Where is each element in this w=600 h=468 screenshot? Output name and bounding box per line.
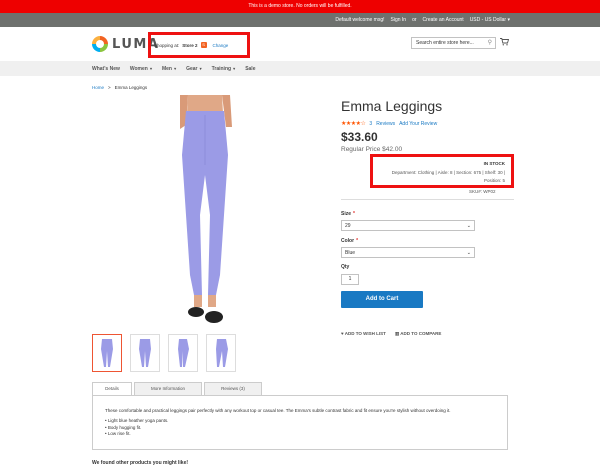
nav-label: Training xyxy=(211,65,232,72)
tab-reviews[interactable]: Reviews (3) xyxy=(204,382,262,395)
qty-label: Qty xyxy=(341,264,350,270)
reviews-count-link[interactable]: 3 xyxy=(369,121,372,127)
store-switcher: Shopping at: Store 2 S Change xyxy=(148,32,250,58)
color-label: Color * xyxy=(341,238,358,244)
shelf-position: Position: 5 xyxy=(483,178,505,183)
thumbnail-1[interactable] xyxy=(92,334,122,372)
product-rating: ★★★★☆ 3 Reviews Add Your Review xyxy=(341,120,437,128)
nav-item-whats-new[interactable]: What's New xyxy=(92,66,120,72)
size-label-text: Size xyxy=(341,211,352,217)
product-info-tabs: Details More Information Reviews (3) xyxy=(92,382,264,395)
welcome-message: Default welcome msg! xyxy=(335,17,385,23)
tab-more-information[interactable]: More Information xyxy=(134,382,202,395)
product-main-image[interactable] xyxy=(150,95,260,330)
currency-label: USD - US Dollar xyxy=(469,17,507,23)
luma-logo-icon xyxy=(92,36,108,52)
panel-header: Default welcome msg! Sign In or Create a… xyxy=(0,13,600,27)
nav-item-men[interactable]: Men ▾ xyxy=(162,66,176,72)
nav-item-gear[interactable]: Gear ▾ xyxy=(186,66,202,72)
regular-price: Regular Price $42.00 xyxy=(341,146,403,153)
color-label-text: Color xyxy=(341,238,355,244)
product-thumbnails xyxy=(92,334,236,372)
product-title: Emma Leggings xyxy=(341,98,443,114)
product-social-links: ♥ ADD TO WISH LIST ▥ ADD TO COMPARE xyxy=(341,331,441,337)
store-badge-icon: S xyxy=(200,42,207,48)
stock-location-box: IN STOCK Department: Clothing | Aisle: 8… xyxy=(370,154,514,188)
search-icon[interactable]: ⚲ xyxy=(488,38,492,48)
feature-list: • Light blue heather yoga pants. • Body … xyxy=(105,418,495,438)
breadcrumb-home-link[interactable]: Home xyxy=(92,85,104,90)
or-text: or xyxy=(412,17,417,23)
required-mark: * xyxy=(356,238,359,244)
heart-icon: ♥ xyxy=(341,331,344,336)
qty-input[interactable]: 1 xyxy=(341,274,359,285)
tab-details[interactable]: Details xyxy=(92,382,132,395)
related-products-heading: We found other products you might like! xyxy=(92,460,189,466)
stock-status: IN STOCK xyxy=(483,161,505,166)
nav-label: Men xyxy=(161,65,172,72)
thumbnail-3[interactable] xyxy=(168,334,198,372)
add-review-link[interactable]: Add Your Review xyxy=(399,121,437,127)
current-store-name: Store 2 xyxy=(182,42,198,48)
thumbnail-2[interactable] xyxy=(130,334,160,372)
tab-content-details: These comfortable and practical leggings… xyxy=(92,395,508,450)
product-sku: SKU#: WP02 xyxy=(469,189,496,194)
department-location: Department: Clothing | Aisle: 8 | Sectio… xyxy=(391,170,505,175)
sign-in-link[interactable]: Sign In xyxy=(391,13,407,27)
chevron-down-icon: ▾ xyxy=(198,65,202,71)
nav-item-training[interactable]: Training ▾ xyxy=(212,66,236,72)
chevron-down-icon: ▾ xyxy=(507,17,510,23)
chevron-down-icon: ⌄ xyxy=(466,222,471,229)
legging-thumb-icon xyxy=(139,339,151,367)
shopping-at-label: Shopping at: xyxy=(154,42,180,48)
currency-switcher[interactable]: USD - US Dollar ▾ xyxy=(470,13,510,27)
divider xyxy=(341,199,514,200)
breadcrumb-current: Emma Leggings xyxy=(114,85,148,90)
add-to-wishlist-link[interactable]: ♥ ADD TO WISH LIST xyxy=(341,331,386,337)
search-placeholder: Search entire store here... xyxy=(416,40,474,46)
nav-label: Women xyxy=(129,65,148,72)
legging-thumb-icon xyxy=(216,339,228,367)
chevron-down-icon: ▾ xyxy=(232,65,236,71)
chevron-down-icon: ▾ xyxy=(172,65,177,71)
size-label: Size * xyxy=(341,211,355,217)
nav-item-sale[interactable]: Sale xyxy=(245,66,255,72)
product-description: These comfortable and practical leggings… xyxy=(105,408,451,413)
chevron-down-icon: ▾ xyxy=(148,65,152,71)
create-account-link[interactable]: Create an Account xyxy=(423,13,464,27)
breadcrumb-separator: > xyxy=(108,85,111,90)
add-to-cart-button[interactable]: Add to Cart xyxy=(341,291,423,308)
color-select[interactable]: Blue ⌄ xyxy=(341,247,475,258)
chevron-down-icon: ⌄ xyxy=(466,249,471,256)
compare-icon: ▥ xyxy=(394,331,400,336)
thumbnail-4[interactable] xyxy=(206,334,236,372)
color-selected-value: Blue xyxy=(345,249,356,256)
main-navigation: What's New Women ▾ Men ▾ Gear ▾ Training… xyxy=(0,61,600,76)
search-input[interactable]: Search entire store here... ⚲ xyxy=(411,37,496,49)
nav-item-women[interactable]: Women ▾ xyxy=(130,66,152,72)
legging-thumb-icon xyxy=(178,339,189,367)
legging-thumb-icon xyxy=(101,339,113,367)
final-price: $33.60 xyxy=(341,130,378,144)
compare-label: ADD TO COMPARE xyxy=(400,331,442,336)
size-select[interactable]: 29 ⌄ xyxy=(341,220,475,231)
required-mark: * xyxy=(353,211,355,217)
change-store-link[interactable]: Change xyxy=(213,43,229,48)
rating-stars-icon: ★★★★☆ xyxy=(341,121,366,127)
add-to-compare-link[interactable]: ▥ ADD TO COMPARE xyxy=(395,331,441,337)
wishlist-label: ADD TO WISH LIST xyxy=(344,331,386,336)
reviews-link[interactable]: Reviews xyxy=(376,121,395,127)
size-selected-value: 29 xyxy=(345,222,351,229)
nav-label: Gear xyxy=(186,65,198,72)
list-item: • Low rise fit. xyxy=(105,431,131,436)
breadcrumb: Home > Emma Leggings xyxy=(92,85,147,90)
minicart-icon[interactable] xyxy=(500,38,510,48)
demo-store-banner: This is a demo store. No orders will be … xyxy=(0,0,600,13)
